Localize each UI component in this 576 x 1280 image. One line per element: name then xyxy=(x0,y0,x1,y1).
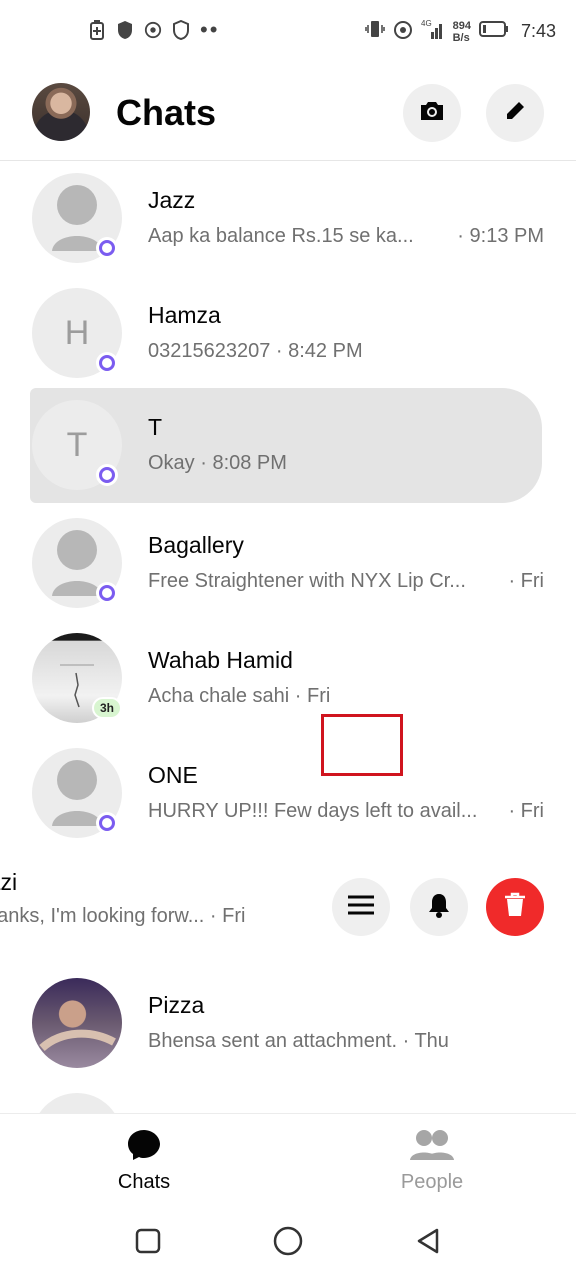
vibrate-icon xyxy=(364,19,385,44)
chat-name: Wahab Hamid xyxy=(148,647,293,673)
chat-name: Hamza xyxy=(148,302,221,328)
trash-icon xyxy=(503,892,527,923)
hotspot-icon xyxy=(144,20,162,40)
home-button[interactable] xyxy=(272,1225,304,1257)
signal-icon: 4G xyxy=(421,18,445,45)
chat-time: · Fri xyxy=(508,800,544,822)
mute-button[interactable] xyxy=(410,878,468,936)
more-options-button[interactable] xyxy=(332,878,390,936)
chat-time: · 9:13 PM xyxy=(457,225,544,247)
chat-row-one[interactable]: ONE HURRY UP!!! Few days left to avail..… xyxy=(0,736,576,851)
square-icon xyxy=(135,1228,161,1254)
annotation-highlight-box xyxy=(321,714,403,776)
tab-label: Chats xyxy=(117,1171,171,1193)
system-navigation-bar xyxy=(0,1205,576,1280)
battery-icon xyxy=(478,21,509,42)
delete-button[interactable] xyxy=(486,878,544,936)
security-shield-icon xyxy=(172,20,190,40)
chat-snippet: Okay · 8:08 PM xyxy=(148,452,287,474)
messenger-badge xyxy=(96,464,118,486)
chat-row-bagallery[interactable]: Bagallery Free Straightener with NYX Lip… xyxy=(0,506,576,621)
chat-name: ONE xyxy=(148,762,198,788)
chat-snippet: Free Straightener with NYX Lip Cr... xyxy=(148,570,466,592)
chat-snippet: Aap ka balance Rs.15 se ka... xyxy=(148,225,414,247)
camera-button[interactable] xyxy=(403,84,461,142)
chat-snippet: hanks, I'm looking forw... · Fri xyxy=(0,905,246,927)
chat-name: Jazz xyxy=(148,187,196,213)
chat-name: Bagallery xyxy=(148,532,244,558)
avatar xyxy=(32,748,122,838)
page-title: Chats xyxy=(116,92,217,133)
tab-chats[interactable]: Chats xyxy=(74,1128,214,1194)
avatar xyxy=(32,978,122,1068)
wifi-calling-icon xyxy=(393,19,413,44)
back-button[interactable] xyxy=(412,1225,444,1257)
net-speed: 894 B/s xyxy=(453,20,471,44)
status-bar: •• 4G 894 B/s 7:43 xyxy=(0,0,576,64)
tab-label: People xyxy=(400,1171,464,1193)
triangle-back-icon xyxy=(417,1228,439,1254)
tab-people[interactable]: People xyxy=(362,1128,502,1194)
chat-list: Jazz Aap ka balance Rs.15 se ka... · 9:1… xyxy=(0,161,576,1113)
profile-avatar[interactable] xyxy=(32,83,90,141)
recents-button[interactable] xyxy=(132,1225,164,1257)
chat-bubble-icon xyxy=(126,1128,162,1167)
chat-row-swiped[interactable]: razi hanks, I'm looking forw... · Fri xyxy=(0,851,576,966)
avatar xyxy=(32,173,122,263)
chat-row-jazz[interactable]: Jazz Aap ka balance Rs.15 se ka... · 9:1… xyxy=(0,161,576,276)
notification-icons: •• xyxy=(88,17,220,42)
messenger-badge xyxy=(96,352,118,374)
chat-snippet: Acha chale sahi · Fri xyxy=(148,685,331,707)
battery-saver-icon xyxy=(88,20,106,40)
clock: 7:43 xyxy=(520,21,556,41)
photo-avatar xyxy=(39,1029,116,1052)
avatar xyxy=(32,518,122,608)
app-header: Chats xyxy=(0,64,576,161)
chat-snippet: 03215623207 · 8:42 PM xyxy=(148,340,363,362)
messenger-badge xyxy=(96,812,118,834)
network-type: 4G xyxy=(421,19,432,28)
avatar: H xyxy=(32,288,122,378)
bottom-nav: Chats People xyxy=(0,1113,576,1206)
camera-icon xyxy=(418,99,446,128)
shield-icon xyxy=(116,20,134,40)
system-icons: 4G 894 B/s 7:43 xyxy=(364,18,556,45)
chat-row-partial[interactable] xyxy=(0,1081,576,1113)
circle-icon xyxy=(273,1226,303,1256)
pencil-icon xyxy=(503,99,527,128)
menu-icon xyxy=(347,894,375,921)
chat-row-pizza[interactable]: Pizza Bhensa sent an attachment. · Thu xyxy=(0,966,576,1081)
chat-time: · Fri xyxy=(508,570,544,592)
avatar xyxy=(32,1093,122,1113)
chat-name: T xyxy=(148,414,163,440)
chat-name: razi xyxy=(0,869,18,895)
avatar: 3h xyxy=(32,633,123,723)
messenger-badge xyxy=(96,582,118,604)
chat-name: Pizza xyxy=(148,992,205,1018)
people-icon xyxy=(410,1128,454,1167)
messenger-badge xyxy=(96,237,118,259)
chat-snippet: Bhensa sent an attachment. · Thu xyxy=(148,1030,449,1052)
chat-row-wahab-hamid[interactable]: 3h Wahab Hamid Acha chale sahi · Fri xyxy=(0,621,576,736)
chat-snippet: HURRY UP!!! Few days left to avail... xyxy=(148,800,478,822)
bell-icon xyxy=(427,892,451,923)
new-message-button[interactable] xyxy=(486,84,544,142)
chat-row-hamza[interactable]: H Hamza 03215623207 · 8:42 PM xyxy=(0,276,576,391)
chat-row-t[interactable]: T T Okay · 8:08 PM xyxy=(0,388,576,503)
active-time-badge: 3h xyxy=(92,697,123,719)
net-speed-value: 894 xyxy=(452,19,471,32)
avatar: T xyxy=(32,400,122,490)
more-notifications-icon: •• xyxy=(200,17,220,42)
net-speed-unit: B/s xyxy=(452,31,470,44)
